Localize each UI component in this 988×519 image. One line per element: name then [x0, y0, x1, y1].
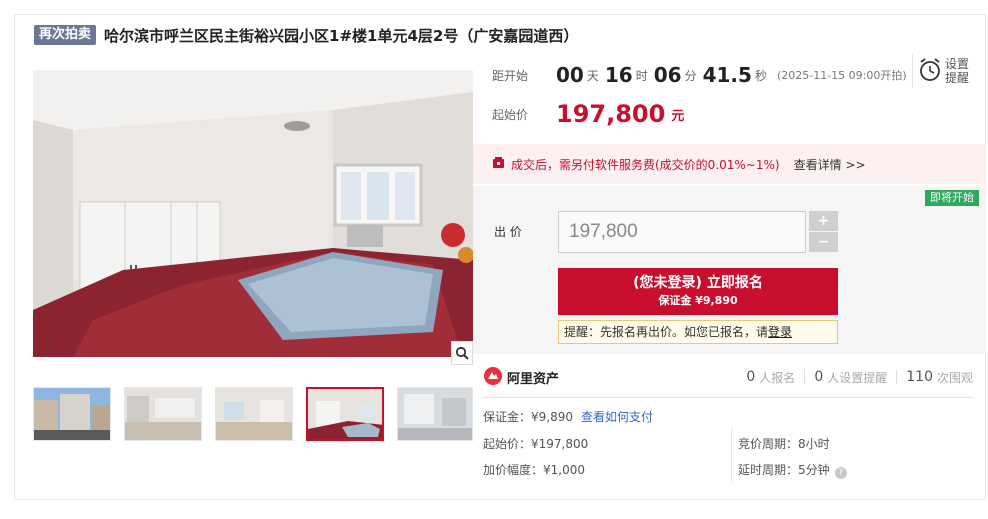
countdown-seconds: 41.5: [702, 63, 752, 87]
thumbnail-4-selected[interactable]: [306, 387, 384, 441]
fee-text: 成交后，需另付软件服务费(成交价的0.01%~1%): [511, 157, 780, 172]
title-row: 再次拍卖 哈尔滨市呼兰区民主街裕兴园小区1#楼1单元4层2号（广安嘉园道西）: [34, 24, 578, 46]
minutes-unit: 分: [684, 68, 697, 83]
increase-bid-button[interactable]: +: [809, 211, 838, 231]
zoom-icon[interactable]: [451, 341, 473, 365]
set-reminder-button[interactable]: 设置 提醒: [912, 54, 982, 88]
thumbnail-5[interactable]: [397, 387, 473, 441]
how-to-pay-link[interactable]: 查看如何支付: [581, 410, 653, 424]
login-tip: 提醒：先报名再出价。如您已报名，请登录: [558, 320, 838, 344]
start-time: (2025-11-15 09:00开拍): [776, 69, 907, 82]
countdown-days: 00: [556, 63, 584, 87]
view-count-label: 次围观: [936, 370, 973, 385]
thumbnail-3[interactable]: [215, 387, 293, 441]
tip-text: 提醒：先报名再出价。如您已报名，请: [564, 325, 769, 339]
info-vertical-divider: [731, 428, 732, 482]
deposit-text: 保证金：¥9,890: [483, 410, 573, 424]
info-start-price: 起始价：¥197,800: [483, 437, 589, 451]
alarm-clock-icon: [919, 57, 941, 85]
info-divider: [483, 397, 973, 398]
stat-divider: [804, 370, 806, 384]
signup-count: 0: [746, 369, 756, 385]
extension-text: 延时周期：5分钟: [738, 463, 830, 477]
countdown-label: 距开始: [492, 68, 529, 83]
stats-row: 阿里资产 0 人报名 0 人设置提醒 110 次围观: [483, 363, 973, 391]
signup-deposit-label: 保证金 ¥9,890: [658, 294, 738, 307]
start-price-row: 起始价 197,800 元: [492, 98, 684, 130]
info-increment: 加价幅度：¥1,000: [483, 463, 585, 477]
service-fee-notice: 成交后，需另付软件服务费(成交价的0.01%~1%) 查看详情 >>: [473, 144, 986, 184]
seconds-unit: 秒: [754, 68, 767, 83]
stat-divider: [896, 370, 898, 384]
ali-logo-icon: [483, 366, 503, 389]
fee-icon: [492, 156, 505, 172]
main-property-photo[interactable]: [33, 70, 473, 357]
reminder-count-label: 人设置提醒: [827, 370, 888, 385]
hours-unit: 时: [635, 68, 648, 83]
countdown-hours: 16: [604, 63, 633, 87]
thumbnail-1[interactable]: [33, 387, 111, 441]
signup-count-label: 人报名: [759, 370, 796, 385]
view-details-link[interactable]: 查看详情 >>: [794, 156, 866, 173]
re-auction-tag: 再次拍卖: [34, 25, 97, 45]
brand-name: 阿里资产: [507, 371, 560, 387]
countdown-minutes: 06: [653, 63, 682, 87]
auction-stats: 0 人报名 0 人设置提醒 110 次围观: [746, 369, 973, 386]
days-unit: 天: [586, 68, 599, 83]
view-count: 110: [906, 369, 933, 385]
ali-assets-logo: 阿里资产: [483, 366, 559, 389]
info-extension: 延时周期：5分钟?: [738, 461, 847, 479]
start-price-unit: 元: [671, 108, 685, 124]
remind-line-1: 设置: [945, 57, 970, 71]
info-bid-period: 竞价周期：8小时: [738, 437, 830, 451]
page-title: 哈尔滨市呼兰区民主街裕兴园小区1#楼1单元4层2号（广安嘉园道西）: [104, 26, 579, 45]
bid-label: 出 价: [494, 225, 522, 239]
start-price-value: 197,800: [556, 100, 666, 128]
start-price-label: 起始价: [492, 107, 529, 122]
countdown: 距开始 00 天 16 时 06 分 41.5 秒 (2025-11-15 09…: [492, 60, 907, 90]
login-link[interactable]: 登录: [768, 325, 792, 339]
signup-main-label: (您未登录) 立即报名: [633, 275, 763, 291]
deposit-info: 保证金：¥9,890 查看如何支付: [483, 408, 653, 425]
bid-amount-input[interactable]: 197,800: [558, 211, 806, 253]
status-badge: 即将开始: [925, 190, 979, 206]
decrease-bid-button[interactable]: −: [809, 232, 838, 252]
help-icon[interactable]: ?: [834, 467, 847, 479]
signup-button[interactable]: (您未登录) 立即报名 保证金 ¥9,890: [558, 268, 838, 315]
reminder-count: 0: [814, 369, 824, 385]
remind-line-2: 提醒: [945, 71, 970, 85]
thumbnail-strip: [33, 387, 473, 441]
thumbnail-2[interactable]: [124, 387, 202, 441]
